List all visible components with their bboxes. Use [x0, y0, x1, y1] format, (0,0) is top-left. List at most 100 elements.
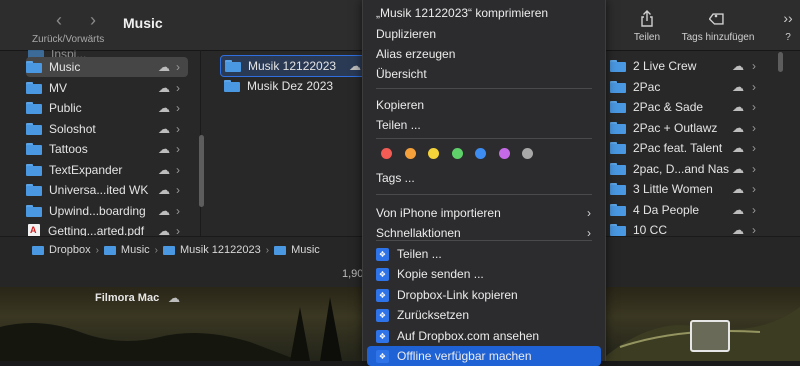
- folder-icon: [26, 81, 42, 94]
- list-item-label: Tattoos: [49, 142, 88, 156]
- menu-item[interactable]: Teilen ...: [367, 115, 601, 135]
- breadcrumb-item[interactable]: Music: [274, 244, 320, 256]
- menu-separator: [376, 240, 592, 241]
- menu-item[interactable]: Tags ...: [367, 168, 601, 188]
- list-item-label: Getting...arted.pdf: [48, 224, 145, 236]
- menu-item-label: Teilen ...: [376, 118, 421, 132]
- menu-item-label: Duplizieren: [376, 27, 437, 41]
- chevron-right-icon: ›: [176, 183, 180, 197]
- menu-item[interactable]: ❖ Dropbox-Link kopieren: [367, 285, 601, 305]
- forward-chevron-icon[interactable]: ›: [90, 10, 96, 31]
- breadcrumb-label: Music: [291, 244, 320, 256]
- breadcrumb-item[interactable]: Music: [103, 244, 150, 256]
- cloud-icon: ☁: [158, 101, 170, 115]
- cloud-icon: ☁: [732, 100, 744, 114]
- folder-icon: [274, 245, 287, 255]
- menu-item[interactable]: Duplizieren: [367, 24, 601, 44]
- menu-item-label: Alias erzeugen: [376, 47, 456, 61]
- breadcrumb-item[interactable]: Musik 12122023: [163, 244, 261, 256]
- cloud-icon: ☁: [732, 120, 744, 135]
- chevron-right-icon: ›: [265, 244, 270, 256]
- window-title: Music: [123, 15, 163, 31]
- list-item-label: 2Pac feat. Talent: [633, 141, 723, 155]
- chevron-right-icon: ›: [176, 101, 180, 115]
- breadcrumb-item[interactable]: Dropbox: [32, 244, 91, 256]
- thumbnail-image[interactable]: [690, 320, 730, 352]
- menu-item[interactable]: ❖ Offline verfügbar machen: [367, 346, 601, 366]
- menu-item-label: Dropbox-Link kopieren: [397, 288, 518, 302]
- list-item[interactable]: 2Pac feat. Talent ☁ ›: [610, 138, 770, 158]
- cloud-icon: ☁: [732, 161, 744, 176]
- share-label: Teilen: [633, 32, 661, 43]
- menu-item-label: Auf Dropbox.com ansehen: [397, 329, 540, 343]
- menu-item[interactable]: Übersicht: [367, 64, 601, 84]
- tag-color-dot[interactable]: [428, 148, 439, 159]
- tag-color-dot[interactable]: [475, 148, 486, 159]
- chevron-right-icon: ›: [752, 182, 756, 196]
- list-item[interactable]: MV ☁ ›: [26, 78, 188, 98]
- list-item[interactable]: Universa...ited WK ☁ ›: [26, 180, 188, 200]
- list-item[interactable]: Musik 12122023 ☁: [220, 55, 363, 77]
- list-item-label: Universa...ited WK: [49, 183, 149, 197]
- list-item[interactable]: Soloshot ☁ ›: [26, 119, 188, 139]
- middle-column: Musik 12122023 ☁ Musik Dez 2023: [213, 50, 363, 236]
- menu-item[interactable]: Alias erzeugen: [367, 44, 601, 64]
- folder-icon: [610, 121, 626, 134]
- cloud-icon: ☁: [732, 141, 744, 155]
- chevron-right-icon: ›: [752, 59, 756, 73]
- menu-item[interactable]: Kopieren: [367, 95, 601, 115]
- menu-item-label: Tags ...: [376, 171, 415, 185]
- list-item[interactable]: Musik Dez 2023: [220, 76, 363, 96]
- folder-icon: [225, 60, 241, 72]
- list-item[interactable]: 3 Little Women ☁ ›: [610, 179, 770, 199]
- tag-color-dot[interactable]: [522, 148, 533, 159]
- list-item-label: 2Pac & Sade: [633, 100, 704, 114]
- add-tags-button[interactable]: Tags hinzufügen: [676, 10, 760, 43]
- menu-item[interactable]: ❖ Kopie senden ...: [367, 264, 601, 284]
- tag-color-dot[interactable]: [451, 148, 463, 159]
- list-item[interactable]: 2 Live Crew ☁ ›: [610, 56, 770, 76]
- list-item[interactable]: 2Pac ☁ ›: [610, 77, 770, 97]
- back-chevron-icon[interactable]: ‹: [56, 10, 62, 31]
- list-item[interactable]: Getting...arted.pdf ☁ ›: [26, 221, 188, 236]
- list-item-label: Musik 12122023: [248, 59, 337, 73]
- list-item-label: Music: [49, 60, 81, 74]
- list-item[interactable]: Public ☁ ›: [26, 98, 188, 118]
- list-item[interactable]: TextExpander ☁ ›: [26, 160, 188, 180]
- menu-item[interactable]: Von iPhone importieren ›: [367, 203, 601, 223]
- help-button[interactable]: ›› ?: [780, 10, 796, 43]
- list-item[interactable]: 2pac, D...and Nas ☁ ›: [610, 159, 770, 179]
- folder-icon: [610, 101, 626, 113]
- cloud-icon: ☁: [158, 183, 170, 197]
- scrollbar[interactable]: [199, 135, 204, 207]
- menu-item[interactable]: ❖ Auf Dropbox.com ansehen: [367, 326, 601, 346]
- folder-icon: [26, 204, 42, 217]
- list-item[interactable]: Music ☁ ›: [26, 57, 188, 77]
- tag-color-dot[interactable]: [498, 148, 510, 159]
- menu-item[interactable]: ❖ Teilen ...: [367, 244, 601, 264]
- tag-color-dot[interactable]: [404, 148, 416, 159]
- list-item[interactable]: Upwind...boarding ☁ ›: [26, 201, 188, 221]
- dropbox-icon: ❖: [376, 267, 389, 281]
- list-item[interactable]: 10 CC ☁ ›: [610, 220, 770, 236]
- share-button[interactable]: Teilen: [632, 10, 662, 43]
- chevron-right-icon: ›: [176, 60, 180, 74]
- menu-separator: [376, 194, 592, 195]
- menu-item-label: Von iPhone importieren: [376, 206, 501, 220]
- list-item[interactable]: 4 Da People ☁ ›: [610, 200, 770, 220]
- list-item[interactable]: 2Pac & Sade ☁ ›: [610, 97, 770, 117]
- folder-icon: [26, 122, 42, 135]
- list-item-label: 2pac, D...and Nas: [633, 161, 730, 176]
- list-item[interactable]: 2Pac + Outlawz ☁ ›: [610, 118, 770, 138]
- menu-item[interactable]: ❖ Zurücksetzen: [367, 305, 601, 325]
- menu-item[interactable]: „Musik 12122023“ komprimieren: [367, 3, 601, 23]
- folder-icon: [610, 203, 626, 216]
- chevron-right-icon: ›: [587, 226, 591, 240]
- menu-separator: [376, 88, 592, 89]
- list-item-label: 4 Da People: [633, 202, 700, 217]
- tag-color-dot[interactable]: [381, 148, 392, 159]
- scrollbar[interactable]: [778, 52, 783, 72]
- list-item-label: Upwind...boarding: [49, 203, 146, 218]
- folder-icon: [26, 163, 42, 176]
- list-item[interactable]: Tattoos ☁ ›: [26, 139, 188, 159]
